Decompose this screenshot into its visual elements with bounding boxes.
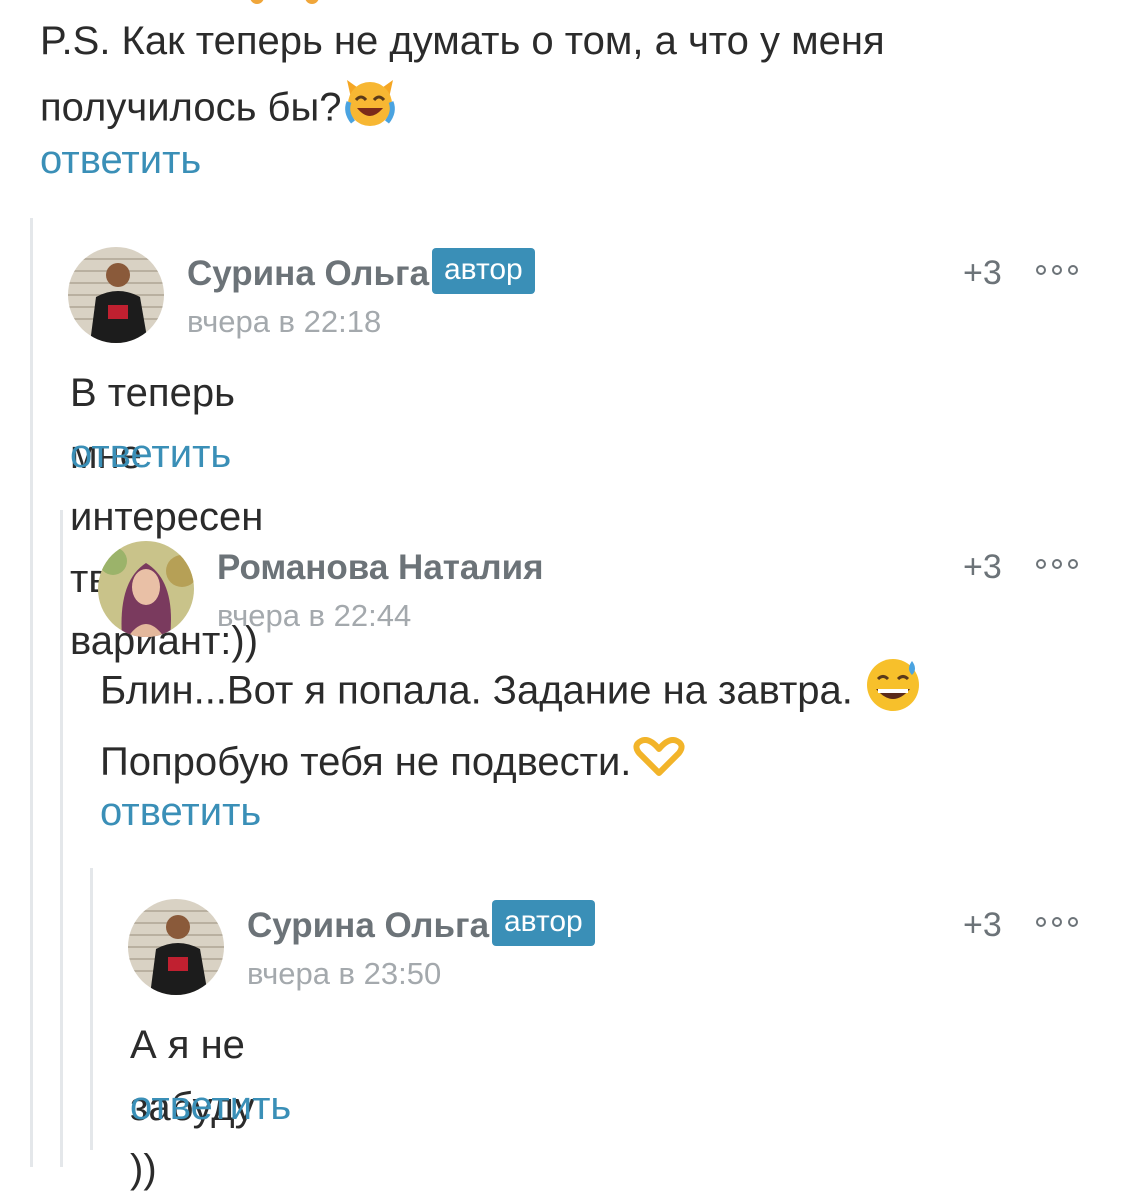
reply-link[interactable]: ответить: [130, 1084, 291, 1129]
heart-hands-icon: [631, 733, 687, 795]
reply-link[interactable]: ответить: [100, 790, 261, 835]
comment-text: P.S. Как теперь не думать о том, а что у…: [40, 10, 1040, 148]
thread-line: [90, 868, 93, 1150]
comment-text: Блин...Вот я попала. Задание на завтра. …: [100, 655, 1060, 795]
thread-line: [30, 218, 33, 1167]
more-options-icon[interactable]: [1036, 915, 1080, 929]
reply-link[interactable]: ответить: [40, 138, 201, 183]
author-badge: автор: [492, 900, 595, 946]
avatar[interactable]: [128, 899, 224, 995]
thread-line: [60, 510, 63, 1167]
comment-time[interactable]: вчера в 22:44: [217, 598, 411, 634]
avatar[interactable]: [68, 247, 164, 343]
crying-laughing-cat-icon: [341, 72, 399, 148]
grinning-sweat-icon: [864, 655, 922, 731]
author-badge: автор: [432, 248, 535, 294]
comment-rating: +3: [963, 906, 1002, 944]
more-options-icon[interactable]: [1036, 557, 1080, 571]
reply-link[interactable]: ответить: [70, 432, 231, 477]
author-name[interactable]: Сурина Ольга: [247, 906, 489, 946]
comment-rating: +3: [963, 548, 1002, 586]
comment-time[interactable]: вчера в 23:50: [247, 956, 441, 992]
author-name[interactable]: Сурина Ольга: [187, 254, 429, 294]
previous-content-fragment: [250, 0, 320, 4]
author-name[interactable]: Романова Наталия: [217, 548, 544, 588]
comment-rating: +3: [963, 254, 1002, 292]
more-options-icon[interactable]: [1036, 263, 1080, 277]
avatar[interactable]: [98, 541, 194, 637]
comment-time[interactable]: вчера в 22:18: [187, 304, 381, 340]
